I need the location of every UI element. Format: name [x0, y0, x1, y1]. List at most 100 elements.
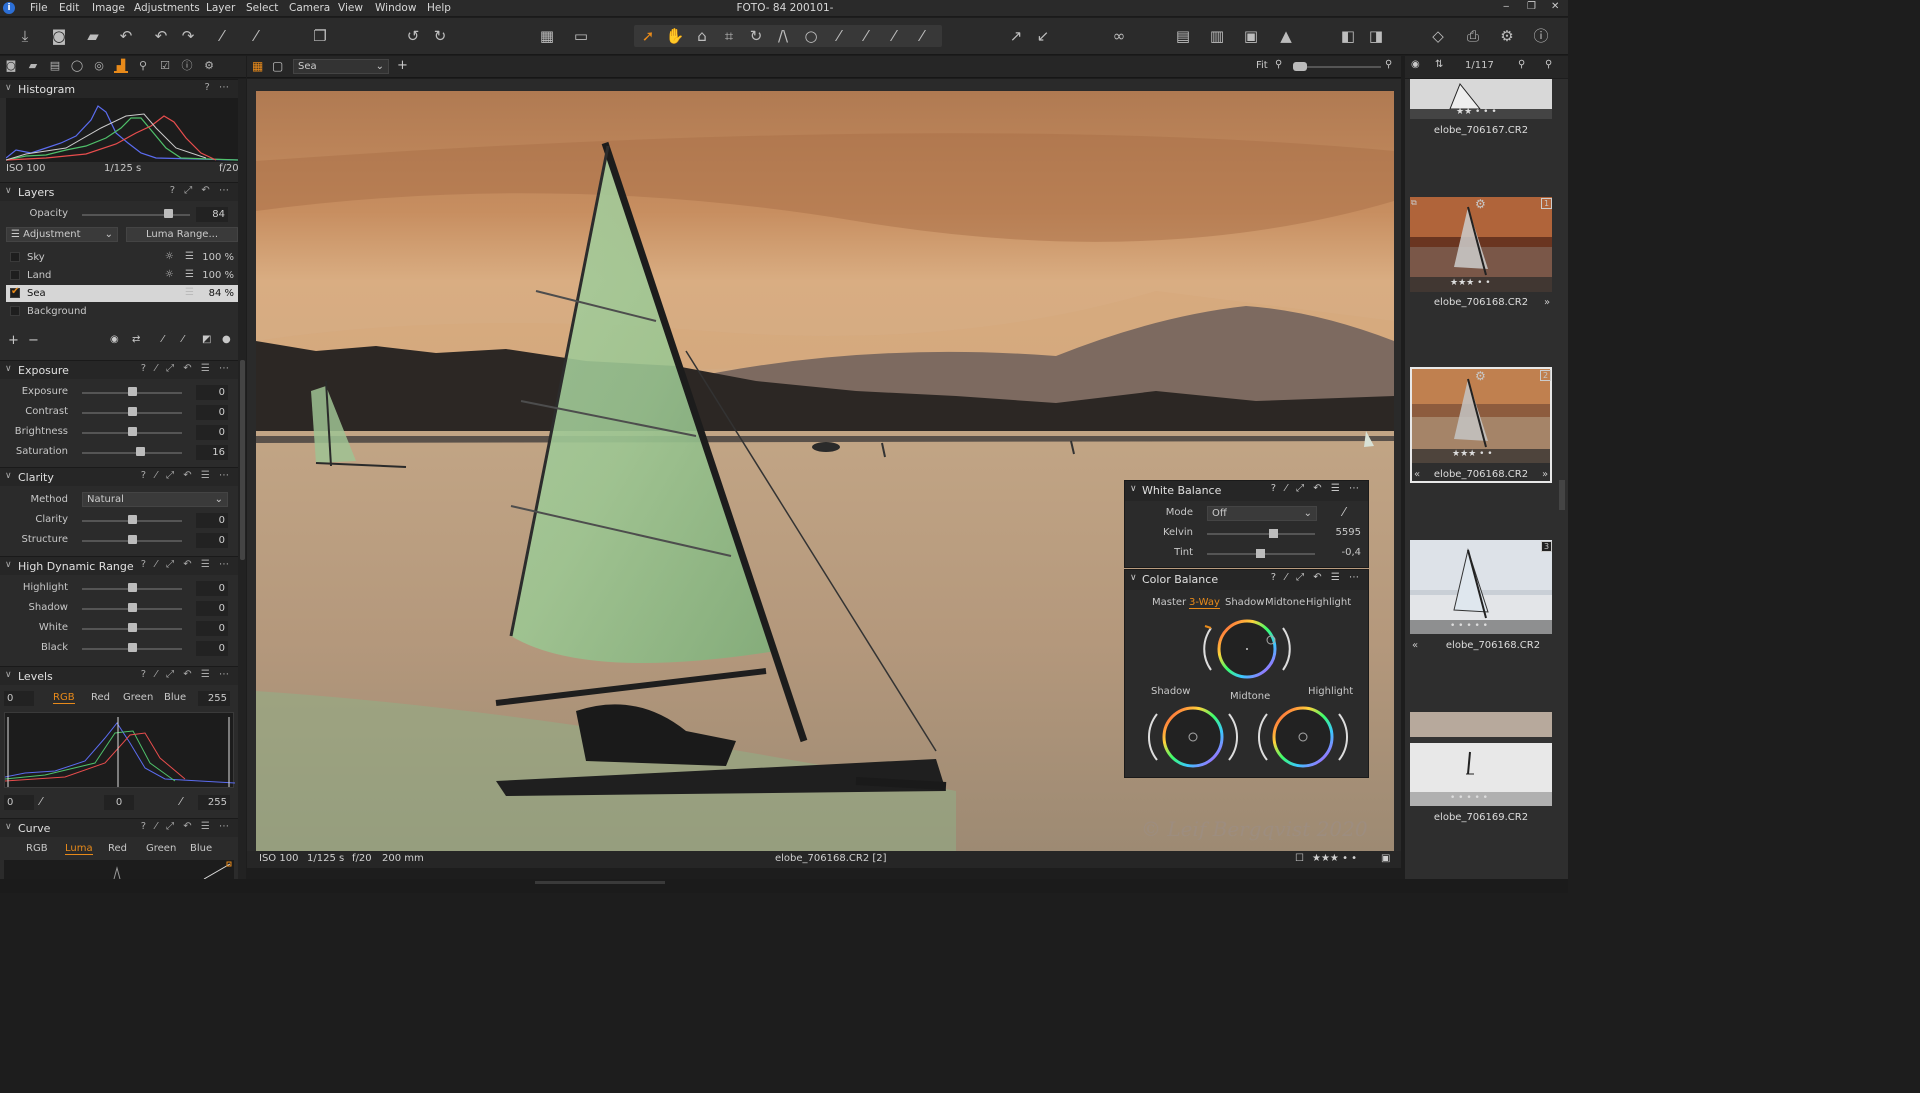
levels-tab-blue[interactable]: Blue [164, 692, 186, 703]
exposure-header[interactable]: ∨ Exposure ? ⁄ ⤢ ↶ ☰ ⋯ [0, 360, 238, 379]
wb-mode-dropdown[interactable]: Off ⌄ [1207, 506, 1317, 521]
cb-tab-midtone[interactable]: Midtone [1265, 597, 1305, 608]
add-variant-icon[interactable]: + [397, 58, 408, 73]
shadow-wheel[interactable] [1147, 702, 1239, 772]
menu-adjustments[interactable]: Adjustments [134, 2, 200, 14]
opacity-value[interactable]: 84 [196, 207, 228, 222]
zoom-slider-knob[interactable] [1293, 62, 1307, 71]
bucket-icon[interactable]: ⌂ [692, 26, 712, 46]
tab-camera-icon[interactable]: ◙ [4, 59, 18, 73]
opacity-knob[interactable] [163, 209, 173, 218]
grid-icon[interactable]: ▤ [1173, 26, 1193, 46]
levels-graph[interactable] [4, 712, 236, 788]
wb-kelvin-slider[interactable] [1207, 533, 1315, 535]
focus-mask-icon[interactable]: ▣ [1241, 26, 1261, 46]
keystone-icon[interactable]: /\ [773, 26, 793, 46]
section-menu-icons[interactable]: ? ⁄ ⤢ ↶ ☰ ⋯ [141, 363, 232, 374]
guides-icon[interactable]: ▥ [1207, 26, 1227, 46]
hdr-slider-knob[interactable] [128, 623, 137, 632]
thumb-stars-1[interactable]: ★★ • • • [1456, 107, 1497, 117]
thumb-stars-2[interactable]: ★★★ • • [1450, 278, 1491, 288]
clarity-slider-knob[interactable] [128, 515, 137, 524]
section-menu-icons[interactable]: ? ⁄ ⤢ ↶ ☰ ⋯ [1271, 572, 1362, 583]
wb-tint-value[interactable]: -0,4 [1325, 547, 1361, 558]
redo-icon[interactable]: ↷ [178, 26, 198, 46]
wb-picker-icon[interactable]: ⁄ [1343, 505, 1345, 519]
adjustment-dropdown[interactable]: ☰ Adjustment ⌄ [6, 227, 118, 242]
pen-icon[interactable]: ⁄ [856, 26, 876, 46]
variants-icon[interactable]: ❐ [310, 26, 330, 46]
thumb-collapse-icon-4[interactable]: « [1412, 640, 1418, 651]
section-menu-icons[interactable]: ? ⤢ ↶ ⋯ [170, 185, 232, 196]
tab-output-icon[interactable]: ⚙ [202, 59, 216, 73]
variant-dropdown[interactable]: Sea ⌄ [293, 59, 389, 74]
zoom-in-icon[interactable]: ⚲ [1385, 59, 1392, 70]
tab-exposure-icon[interactable]: ▟ [114, 59, 128, 73]
sort-icon[interactable]: ⇅ [1435, 59, 1443, 70]
zoom-out-icon[interactable]: ⚲ [1275, 59, 1282, 70]
exposure-slider-knob[interactable] [128, 407, 137, 416]
zoom-fit-label[interactable]: Fit [1256, 60, 1268, 71]
levels-output-low[interactable]: 0 [4, 795, 34, 810]
magic-wand-icon[interactable]: ⁄ [212, 26, 232, 46]
tools-scroll-thumb[interactable] [240, 360, 245, 560]
erase-mask-icon[interactable]: ⁄ [182, 334, 184, 345]
hdr-value[interactable]: 0 [196, 601, 228, 616]
wb-tint-knob[interactable] [1256, 549, 1265, 558]
curve-tab-green[interactable]: Green [146, 843, 176, 854]
layer-item-background[interactable]: Background [6, 303, 238, 320]
menu-camera[interactable]: Camera [289, 2, 330, 14]
levels-mid[interactable]: 0 [104, 795, 134, 810]
eraser-icon[interactable]: ⁄ [912, 26, 932, 46]
tab-lens-icon[interactable]: ◯ [70, 59, 84, 73]
compare-icon[interactable]: ◨ [1366, 26, 1386, 46]
luma-range-button[interactable]: Luma Range... [126, 227, 238, 242]
menu-view[interactable]: View [338, 2, 363, 14]
levels-input-high[interactable]: 255 [198, 691, 230, 706]
exposure-slider-knob[interactable] [128, 427, 137, 436]
brush-icon[interactable]: ⁄ [246, 26, 266, 46]
thumb-collapse-icon-3[interactable]: « [1414, 469, 1420, 480]
remove-layer-icon[interactable]: − [28, 333, 39, 348]
wb-kelvin-value[interactable]: 5595 [1325, 527, 1361, 538]
menu-help[interactable]: Help [427, 2, 451, 14]
multi-view-icon[interactable]: ▦ [252, 59, 263, 73]
minimize-button[interactable]: ‒ [1503, 1, 1509, 12]
picker-icon[interactable]: ⁄ [829, 26, 849, 46]
thumb-stars-5[interactable]: • • • • • [1450, 793, 1488, 803]
single-view-icon[interactable]: ▢ [272, 59, 283, 73]
hand-icon[interactable]: ✋ [665, 26, 685, 46]
cb-tab-master[interactable]: Master [1152, 597, 1186, 608]
crop-icon[interactable]: ⌗ [719, 26, 739, 46]
curve-graph[interactable] [4, 860, 234, 880]
undo-icon[interactable]: ↶ [151, 26, 171, 46]
cursor-icon[interactable]: ➚ [638, 26, 658, 46]
layer-checkbox[interactable] [10, 306, 20, 316]
draw-mask-icon[interactable]: ⁄ [884, 26, 904, 46]
levels-tab-rgb[interactable]: RGB [53, 692, 75, 704]
clarity-value[interactable]: 0 [196, 513, 228, 528]
radial-mask-icon[interactable]: ● [222, 334, 231, 345]
exposure-slider[interactable] [82, 452, 182, 454]
swap-icon[interactable]: ⇄ [132, 334, 140, 345]
viewer-rating[interactable]: ★★★ • • [1312, 853, 1357, 864]
select-checkbox[interactable]: ☐ [1295, 853, 1304, 864]
color-balance-header[interactable]: ∨ Color Balance ? ⁄ ⤢ ↶ ☰ ⋯ [1125, 570, 1368, 590]
exposure-value[interactable]: 0 [196, 405, 228, 420]
cb-tab-3way[interactable]: 3-Way [1189, 597, 1220, 609]
hdr-value[interactable]: 0 [196, 581, 228, 596]
rotate-right-icon[interactable]: ↻ [430, 26, 450, 46]
tab-details-icon[interactable]: ⚲ [136, 59, 150, 73]
opacity-slider[interactable] [82, 214, 190, 216]
curve-header[interactable]: ∨ Curve ? ⁄ ⤢ ↶ ☰ ⋯ [0, 818, 238, 837]
exposure-slider-knob[interactable] [136, 447, 145, 456]
copy-adjustments-icon[interactable]: ↗ [1006, 26, 1026, 46]
filmstrip-scrollbar[interactable] [1559, 480, 1565, 510]
menu-image[interactable]: Image [92, 2, 125, 14]
mask-view-icon[interactable]: ◉ [110, 334, 119, 345]
filter-icon[interactable]: ⚲ [1518, 59, 1525, 70]
close-button[interactable]: ✕ [1551, 1, 1559, 12]
clarity-header[interactable]: ∨ Clarity ? ⁄ ⤢ ↶ ☰ ⋯ [0, 467, 238, 486]
grid-overlay-icon[interactable]: ▦ [537, 26, 557, 46]
highlight-wheel[interactable] [1257, 702, 1349, 772]
